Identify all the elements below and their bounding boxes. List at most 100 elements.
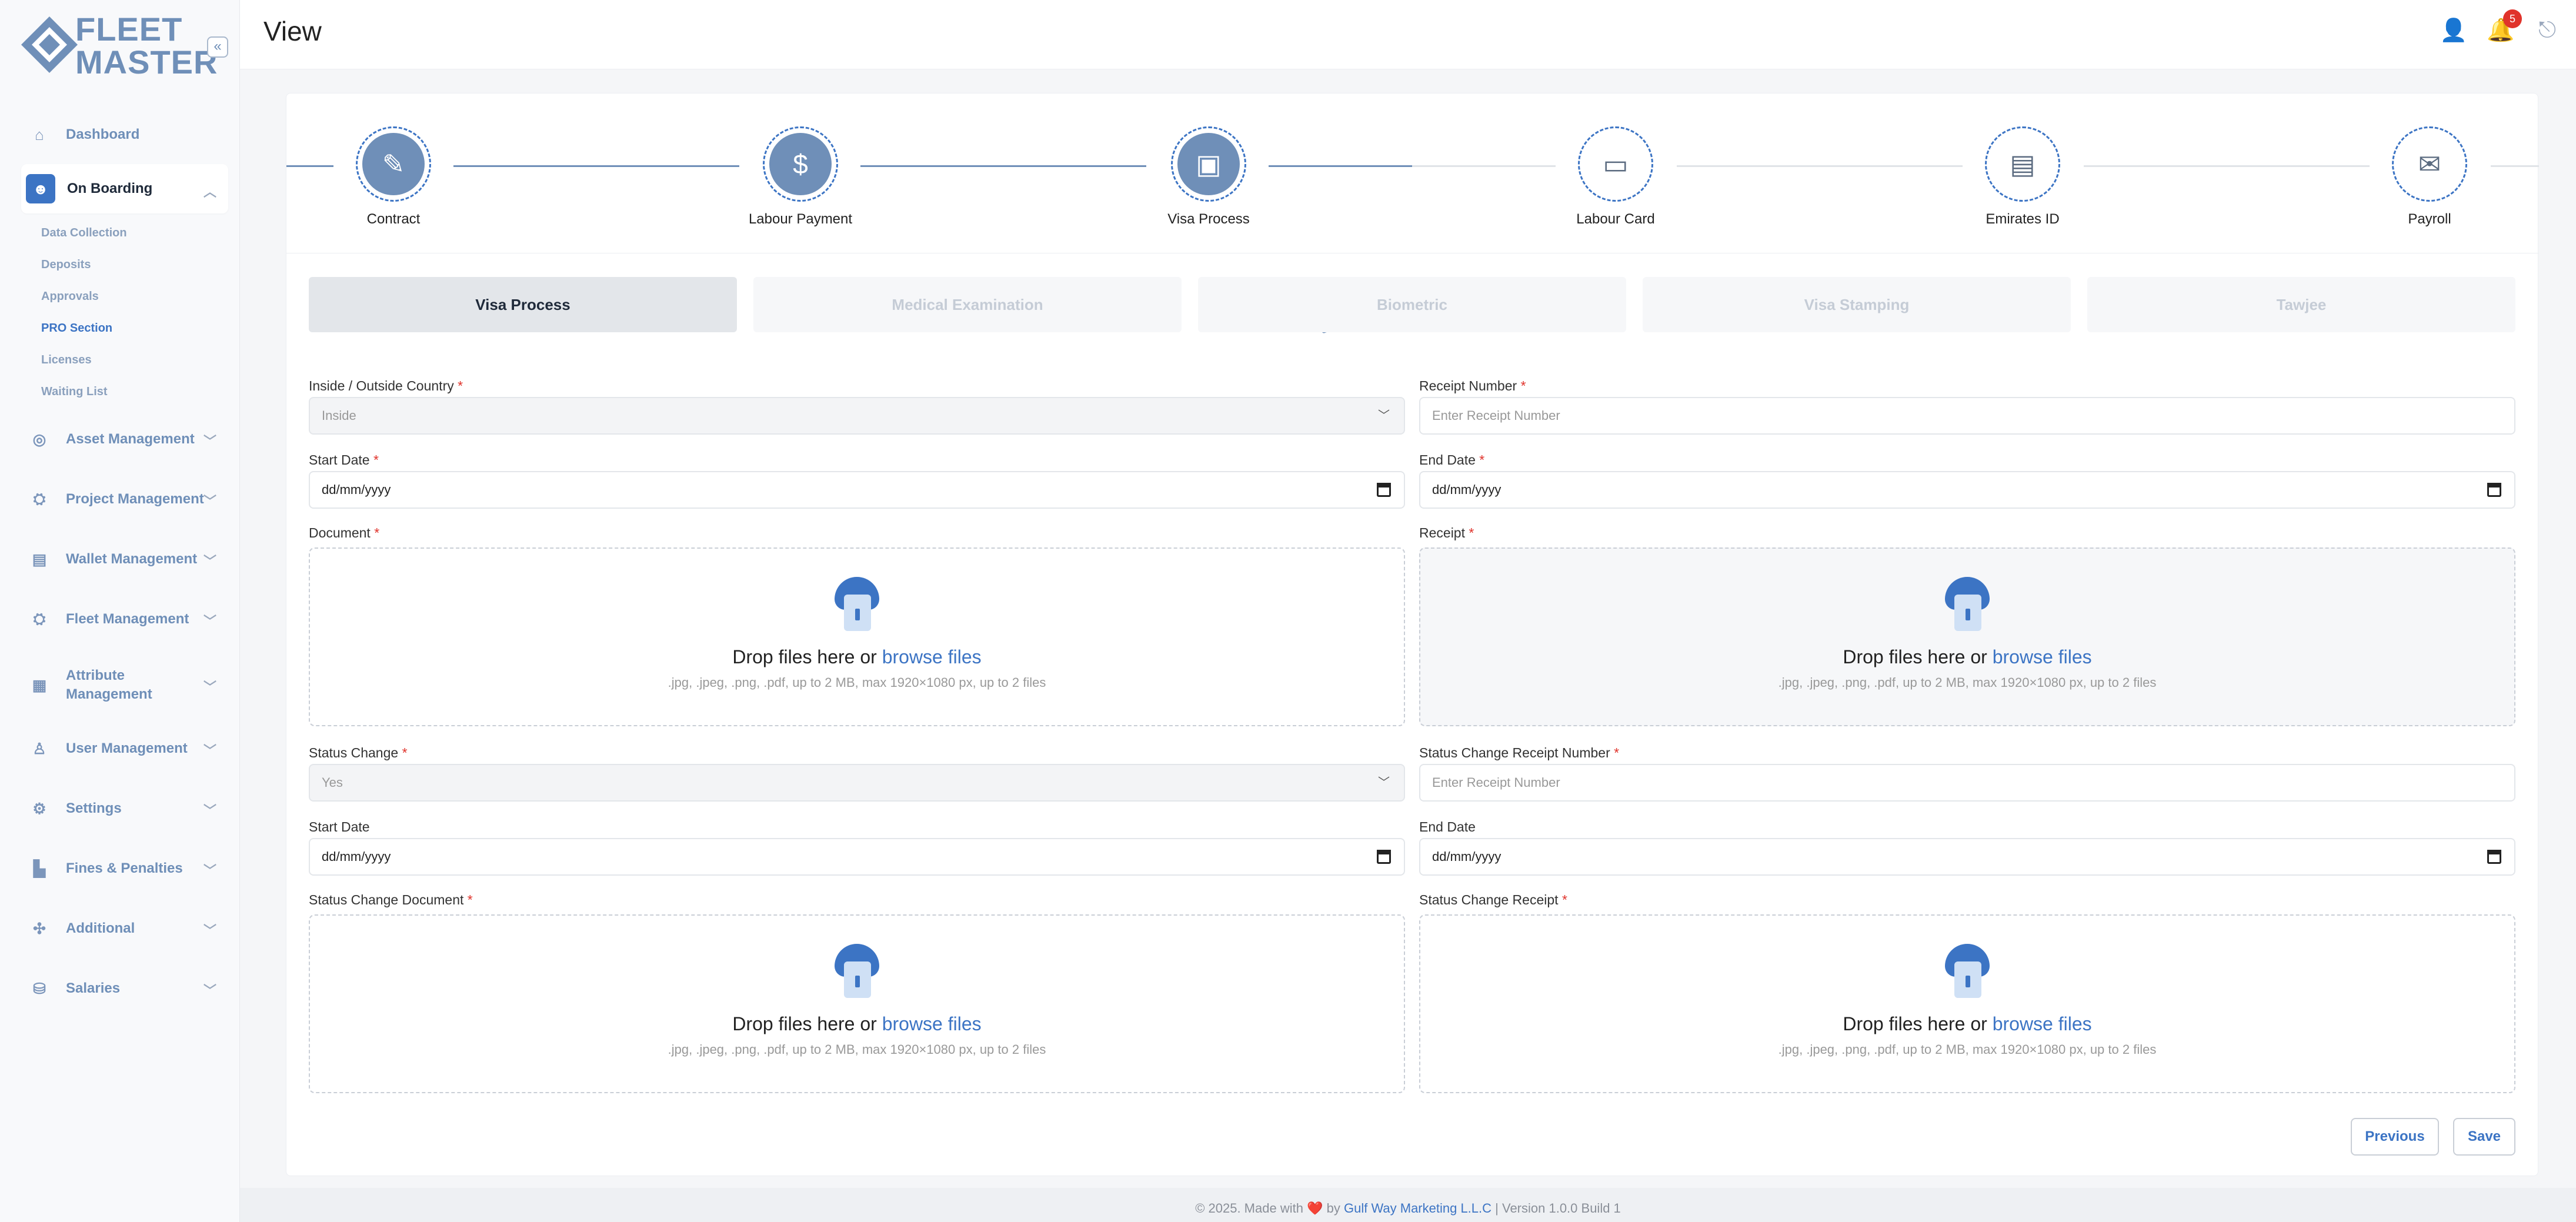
sidebar-item-user-management[interactable]: ♙ User Management ﹀ bbox=[21, 723, 228, 774]
collapse-sidebar-button[interactable]: « bbox=[207, 36, 228, 58]
label-text: Status Change bbox=[309, 745, 399, 760]
step-payroll[interactable]: ✉ Payroll bbox=[2341, 126, 2518, 228]
logo-line2: MASTER bbox=[75, 44, 218, 81]
submenu-pro-section[interactable]: PRO Section bbox=[41, 312, 228, 344]
browse-files-link[interactable]: browse files bbox=[882, 646, 982, 667]
step-label: Labour Payment bbox=[748, 211, 853, 227]
footer-version: | Version 1.0.0 Build 1 bbox=[1495, 1201, 1621, 1216]
dropzone-text: Drop files here or browse files bbox=[1420, 646, 2514, 668]
chevron-down-icon: ﹀ bbox=[203, 863, 216, 878]
submenu-approvals[interactable]: Approvals bbox=[41, 281, 228, 312]
logout-icon[interactable]: ⎋ bbox=[2534, 18, 2561, 45]
sidebar-item-dashboard[interactable]: ⌂ Dashboard bbox=[21, 109, 228, 161]
sidebar-item-label: Dashboard bbox=[66, 126, 140, 142]
sidebar-item-on-boarding[interactable]: ☻ On Boarding ︿ bbox=[21, 164, 228, 213]
status-change-document-dropzone[interactable]: Drop files here or browse files .jpg, .j… bbox=[309, 914, 1405, 1093]
status-change-select[interactable]: Yes ﹀ bbox=[309, 764, 1405, 802]
footer-company-link[interactable]: Gulf Way Marketing L.L.C bbox=[1344, 1201, 1491, 1216]
sidebar-item-label: Asset Management bbox=[66, 431, 195, 447]
previous-button[interactable]: Previous bbox=[2351, 1118, 2439, 1156]
sidebar-item-additional[interactable]: ✣ Additional ﹀ bbox=[21, 903, 228, 954]
status-change-receipt-input[interactable]: Enter Receipt Number bbox=[1419, 764, 2515, 802]
bell-icon[interactable]: 🔔 5 bbox=[2487, 9, 2522, 45]
tab-biometric[interactable]: Biometric bbox=[1198, 277, 1626, 332]
id-card-icon: ▤ bbox=[1991, 133, 2054, 195]
calendar-icon[interactable] bbox=[1377, 483, 1391, 497]
status-change-receipt-dropzone[interactable]: Drop files here or browse files .jpg, .j… bbox=[1419, 914, 2515, 1093]
step-label: Payroll bbox=[2408, 211, 2451, 227]
sidebar: FLEET MASTER « ⌂ Dashboard ☻ On Boarding… bbox=[0, 0, 240, 1222]
browse-files-link[interactable]: browse files bbox=[1993, 1013, 2092, 1034]
fleet-master-logo[interactable]: FLEET MASTER bbox=[21, 13, 217, 84]
sidebar-item-attribute-management[interactable]: ▦ Attribute Management ﹀ bbox=[21, 653, 228, 717]
submenu-waiting-list[interactable]: Waiting List bbox=[41, 376, 228, 408]
sidebar-item-label: Project Management bbox=[66, 491, 204, 507]
start-date-2-input[interactable]: dd/mm/yyyy bbox=[309, 838, 1405, 876]
sidebar-item-label: Salaries bbox=[66, 980, 121, 996]
step-labour-card[interactable]: ▭ Labour Card bbox=[1527, 126, 1704, 228]
tab-visa-stamping[interactable]: Visa Stamping bbox=[1643, 277, 2071, 332]
label-text: Status Change Document bbox=[309, 892, 464, 907]
sidebar-item-asset-management[interactable]: ◎ Asset Management ﹀ bbox=[21, 413, 228, 465]
status-change-receipt-file-label: Status Change Receipt * bbox=[1419, 892, 1567, 908]
onboarding-stepper: ✎ Contract $ Labour Payment ▣ Visa Proce… bbox=[286, 99, 2539, 253]
label-text: Status Change Receipt bbox=[1419, 892, 1559, 907]
required-mark: * bbox=[1479, 452, 1485, 468]
step-label: Emirates ID bbox=[1986, 211, 2060, 227]
inside-outside-select[interactable]: Inside ﹀ bbox=[309, 397, 1405, 435]
sidebar-item-settings[interactable]: ⚙ Settings ﹀ bbox=[21, 783, 228, 834]
contract-icon: ✎ bbox=[362, 133, 425, 195]
submenu-data-collection[interactable]: Data Collection bbox=[41, 217, 228, 249]
chevron-down-icon: ﹀ bbox=[203, 554, 216, 569]
users-icon: ♙ bbox=[32, 739, 46, 757]
fleet-icon: ⛭ bbox=[33, 610, 46, 627]
footer-by: by bbox=[1326, 1201, 1340, 1216]
sidebar-item-label: Settings bbox=[66, 800, 122, 816]
sidebar-item-wallet-management[interactable]: ▤ Wallet Management ﹀ bbox=[21, 533, 228, 585]
submenu-licenses[interactable]: Licenses bbox=[41, 344, 228, 376]
calendar-icon[interactable] bbox=[1377, 850, 1391, 864]
step-circle: ✎ bbox=[356, 126, 431, 202]
document-dropzone[interactable]: Drop files here or browse files .jpg, .j… bbox=[309, 547, 1405, 726]
step-label: Contract bbox=[366, 211, 421, 227]
browse-files-link[interactable]: browse files bbox=[1993, 646, 2092, 667]
calendar-icon[interactable] bbox=[2487, 850, 2501, 864]
label-text: Status Change Receipt Number bbox=[1419, 745, 1610, 760]
attribute-icon: ▦ bbox=[32, 676, 47, 694]
browse-files-link[interactable]: browse files bbox=[882, 1013, 982, 1034]
end-date-2-label: End Date bbox=[1419, 819, 1476, 834]
end-date-input[interactable]: dd/mm/yyyy bbox=[1419, 471, 2515, 509]
tab-visa-process[interactable]: Visa Process bbox=[309, 277, 737, 332]
profile-icon[interactable]: 👤 bbox=[2440, 18, 2467, 45]
tab-medical-examination[interactable]: Medical Examination bbox=[753, 277, 1182, 332]
tab-tawjee[interactable]: Tawjee bbox=[2087, 277, 2515, 332]
step-visa-process[interactable]: ▣ Visa Process bbox=[1120, 126, 1297, 228]
calendar-icon[interactable] bbox=[2487, 483, 2501, 497]
receipt-number-input[interactable]: Enter Receipt Number bbox=[1419, 397, 2515, 435]
step-connector bbox=[2084, 165, 2370, 167]
sidebar-item-salaries[interactable]: ⛁ Salaries ﹀ bbox=[21, 963, 228, 1014]
receipt-dropzone[interactable]: Drop files here or browse files .jpg, .j… bbox=[1419, 547, 2515, 726]
step-circle: ▣ bbox=[1171, 126, 1246, 202]
sidebar-item-fleet-management[interactable]: ⛭ Fleet Management ﹀ bbox=[21, 593, 228, 645]
step-circle: ✉ bbox=[2392, 126, 2467, 202]
chevron-down-icon: ﹀ bbox=[1378, 409, 1390, 422]
step-contract[interactable]: ✎ Contract bbox=[305, 126, 482, 228]
cloud-upload-icon bbox=[832, 944, 882, 1000]
submenu-deposits[interactable]: Deposits bbox=[41, 249, 228, 281]
sidebar-item-fines-penalties[interactable]: ▙ Fines & Penalties ﹀ bbox=[21, 843, 228, 894]
sidebar-item-label: User Management bbox=[66, 740, 188, 756]
envelope-icon: ✉ bbox=[2398, 133, 2461, 195]
required-mark: * bbox=[467, 892, 473, 907]
step-labour-payment[interactable]: $ Labour Payment bbox=[712, 126, 889, 228]
chevron-down-icon: ﹀ bbox=[203, 614, 216, 629]
save-button[interactable]: Save bbox=[2453, 1118, 2515, 1156]
project-icon: ⛭ bbox=[33, 490, 46, 508]
start-date-2-label: Start Date bbox=[309, 819, 370, 834]
start-date-input[interactable]: dd/mm/yyyy bbox=[309, 471, 1405, 509]
required-mark: * bbox=[1561, 892, 1567, 907]
select-value: Yes bbox=[322, 775, 343, 790]
step-emirates-id[interactable]: ▤ Emirates ID bbox=[1934, 126, 2111, 228]
end-date-2-input[interactable]: dd/mm/yyyy bbox=[1419, 838, 2515, 876]
sidebar-item-project-management[interactable]: ⛭ Project Management ﹀ bbox=[21, 473, 228, 525]
